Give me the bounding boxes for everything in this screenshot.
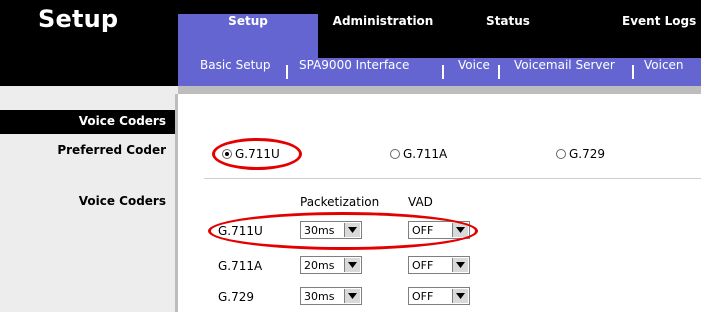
tab-administration[interactable]: Administration (318, 14, 448, 58)
select-value: 30ms (304, 223, 335, 237)
radio-g711a[interactable]: G.711A (390, 146, 447, 162)
dropdown-arrow-icon[interactable] (452, 223, 468, 237)
tab-event-logs[interactable]: Event Logs (598, 14, 701, 58)
vad-select-g729[interactable]: OFF (408, 287, 470, 305)
section-title: Voice Coders (78, 114, 166, 128)
select-value: 20ms (304, 258, 335, 272)
radio-button[interactable] (390, 149, 400, 159)
codec-name-g711u: G.711U (218, 224, 263, 238)
packetization-select-g711a[interactable]: 20ms (300, 256, 362, 274)
radio-label-g729: G.729 (569, 147, 606, 161)
divider (204, 178, 701, 179)
subnav-voice[interactable]: Voice (458, 58, 490, 86)
subnav-basic-setup[interactable]: Basic Setup (200, 58, 271, 86)
radio-g729[interactable]: G.729 (556, 146, 605, 162)
select-value: OFF (412, 289, 434, 303)
subnav-voicen[interactable]: Voicen (644, 58, 684, 86)
sub-navigation: Basic Setup SPA9000 Interface Voice Voic… (178, 58, 701, 86)
sidebar-section-header: Voice Coders (0, 110, 178, 134)
radio-g711u[interactable]: G.711U (222, 146, 280, 162)
voice-coders-label: Voice Coders (78, 194, 166, 208)
page-title: Setup (38, 5, 119, 33)
vad-select-g711u[interactable]: OFF (408, 221, 470, 239)
vad-select-g711a[interactable]: OFF (408, 256, 470, 274)
dropdown-arrow-icon[interactable] (344, 258, 360, 272)
radio-button[interactable] (556, 149, 566, 159)
select-value: 30ms (304, 289, 335, 303)
subnav-voicemail-server[interactable]: Voicemail Server (514, 58, 615, 86)
packetization-header: Packetization (300, 195, 380, 209)
content-left-edge (175, 94, 178, 312)
main-tabs: Setup Administration Status Event Logs (178, 14, 701, 58)
subnav-separator (632, 65, 634, 79)
packetization-select-g729[interactable]: 30ms (300, 287, 362, 305)
dropdown-arrow-icon[interactable] (344, 289, 360, 303)
radio-label-g711a: G.711A (403, 147, 448, 161)
subnav-separator (498, 65, 500, 79)
vad-header: VAD (408, 195, 433, 209)
codec-name-g711a: G.711A (218, 259, 263, 273)
dropdown-arrow-icon[interactable] (344, 223, 360, 237)
content-panel (178, 86, 701, 312)
select-value: OFF (412, 258, 434, 272)
dropdown-arrow-icon[interactable] (452, 289, 468, 303)
codec-name-g729: G.729 (218, 290, 255, 304)
radio-button-checked[interactable] (222, 149, 232, 159)
tab-status[interactable]: Status (458, 14, 558, 58)
select-value: OFF (412, 223, 434, 237)
packetization-select-g711u[interactable]: 30ms (300, 221, 362, 239)
radio-label-g711u: G.711U (235, 147, 280, 161)
tab-setup[interactable]: Setup (178, 14, 318, 58)
content-top-shade (178, 86, 701, 94)
subnav-spa9000-interface[interactable]: SPA9000 Interface (299, 58, 409, 86)
preferred-coder-label: Preferred Coder (57, 143, 166, 157)
subnav-separator (442, 65, 444, 79)
subnav-separator (286, 65, 288, 79)
dropdown-arrow-icon[interactable] (452, 258, 468, 272)
